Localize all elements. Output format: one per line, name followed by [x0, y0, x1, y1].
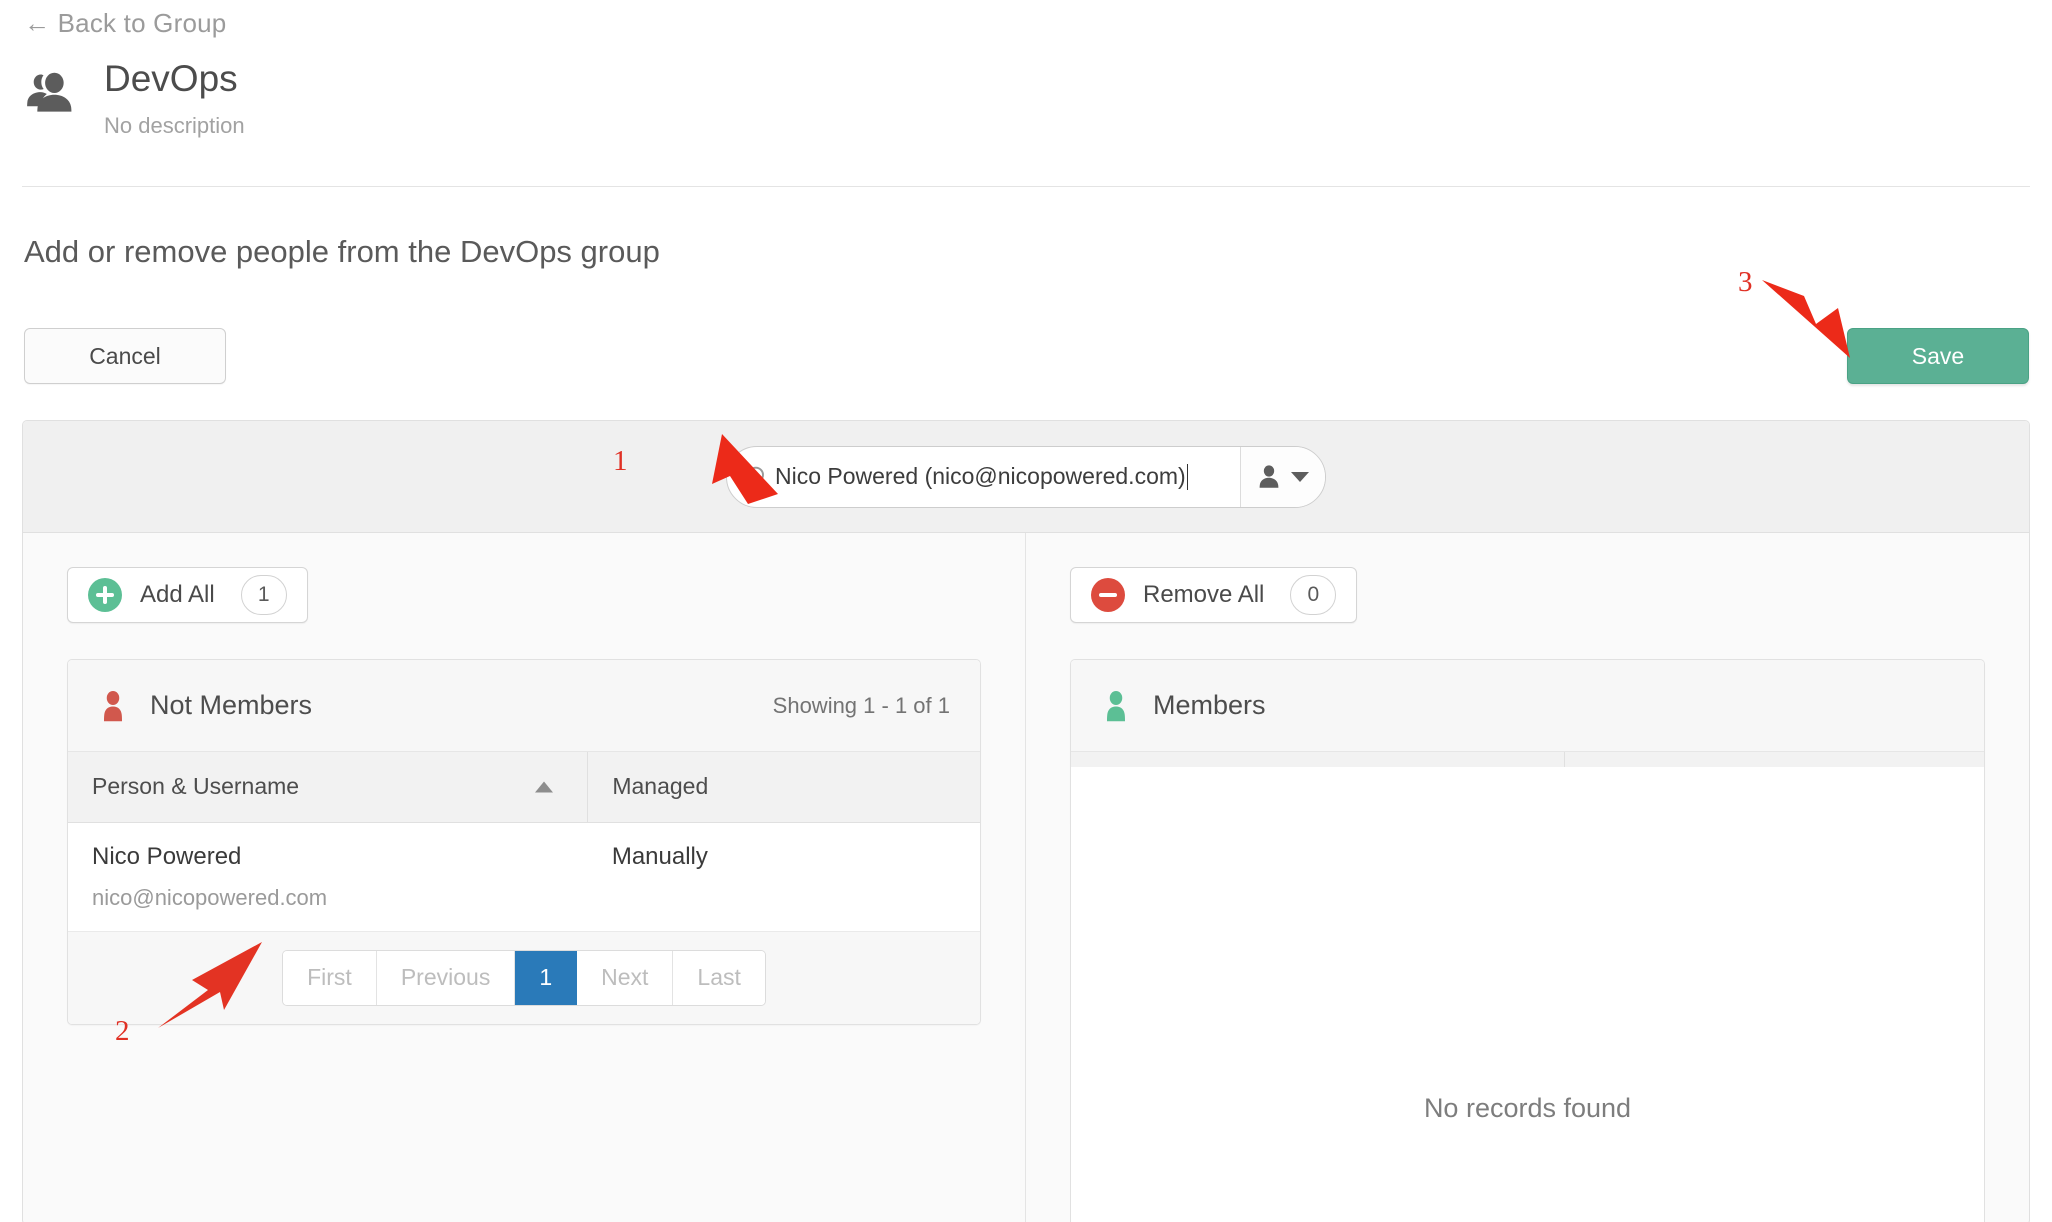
not-members-card: Not Members Showing 1 - 1 of 1 Person & …	[67, 659, 981, 1025]
members-title: Members	[1153, 690, 1266, 720]
members-empty-text: No records found	[1423, 1093, 1632, 1123]
members-header: Members	[1071, 660, 1984, 752]
annotation-number-3: 3	[1738, 266, 1753, 298]
cell-managed: Manually	[587, 822, 980, 932]
sort-ascending-icon	[535, 781, 554, 793]
cell-person: Nico Powered nico@nicopowered.com	[68, 822, 588, 932]
plus-circle-icon	[88, 578, 122, 612]
pagination-first[interactable]: First	[283, 950, 377, 1005]
group-people-icon	[27, 72, 72, 112]
cancel-button[interactable]: Cancel	[24, 328, 226, 384]
not-members-header: Not Members Showing 1 - 1 of 1	[68, 660, 980, 752]
pagination-next[interactable]: Next	[577, 950, 674, 1005]
person-icon	[1259, 464, 1279, 488]
panel-body: Add All 1 Not Members Showing 1 - 1 of 1	[23, 533, 2029, 1222]
remove-all-label: Remove All	[1143, 581, 1265, 608]
members-empty-area	[1070, 767, 1985, 1222]
group-membership-page: ← Back to Group DevOps No description Ad…	[0, 0, 2052, 1222]
column-header-managed[interactable]: Managed	[587, 752, 980, 823]
remove-all-count: 0	[1290, 575, 1337, 615]
add-all-label: Add All	[140, 581, 215, 608]
table-row[interactable]: Nico Powered nico@nicopowered.com Manual…	[68, 822, 980, 932]
add-all-count: 1	[240, 575, 287, 615]
header-divider	[22, 186, 2030, 187]
annotation-number-2: 2	[115, 1015, 130, 1047]
pagination-row: First Previous 1 Next Last	[68, 931, 980, 1024]
group-description: No description	[104, 112, 245, 138]
pagination-last[interactable]: Last	[673, 950, 765, 1005]
column-header-person-username-label: Person & Username	[92, 773, 300, 800]
person-icon-red	[104, 690, 122, 721]
section-title: Add or remove people from the DevOps gro…	[24, 234, 660, 269]
membership-panel: Nico Powered (nico@nicopowered.com) Add …	[22, 420, 2030, 1222]
annotation-number-1: 1	[613, 445, 628, 477]
column-header-person-username[interactable]: Person & Username	[68, 752, 589, 823]
not-members-showing: Showing 1 - 1 of 1	[772, 692, 950, 718]
search-control[interactable]: Nico Powered (nico@nicopowered.com)	[726, 445, 1326, 508]
pagination-page-1[interactable]: 1	[515, 950, 578, 1005]
save-button[interactable]: Save	[1847, 328, 2029, 384]
row-managed-value: Manually	[611, 842, 708, 870]
not-members-table: Person & Username Managed Nico Powered n…	[68, 752, 980, 932]
text-caret	[1186, 463, 1188, 490]
person-icon-green	[1107, 690, 1125, 721]
table-header-row: Person & Username Managed	[68, 752, 980, 823]
pagination: First Previous 1 Next Last	[282, 949, 766, 1006]
not-members-column: Add All 1 Not Members Showing 1 - 1 of 1	[23, 533, 1026, 1222]
row-person-username: nico@nicopowered.com	[92, 884, 328, 910]
minus-circle-icon	[1091, 578, 1125, 612]
search-input-value: Nico Powered (nico@nicopowered.com)	[775, 463, 1186, 489]
search-bar-section: Nico Powered (nico@nicopowered.com)	[23, 421, 2029, 533]
search-input[interactable]: Nico Powered (nico@nicopowered.com)	[727, 446, 1241, 507]
not-members-title: Not Members	[150, 690, 313, 720]
members-column: Remove All 0 Members No records found	[1026, 533, 2029, 1222]
search-scope-dropdown[interactable]	[1241, 446, 1325, 507]
remove-all-button[interactable]: Remove All 0	[1070, 567, 1358, 623]
back-to-group-link[interactable]: ← Back to Group	[24, 8, 226, 39]
pagination-previous[interactable]: Previous	[376, 950, 516, 1005]
search-icon	[747, 466, 769, 488]
page-title: DevOps	[104, 58, 238, 99]
row-person-name: Nico Powered	[92, 842, 242, 870]
add-all-button[interactable]: Add All 1	[67, 567, 308, 623]
chevron-down-icon	[1291, 471, 1309, 482]
group-header: DevOps No description	[24, 58, 245, 139]
